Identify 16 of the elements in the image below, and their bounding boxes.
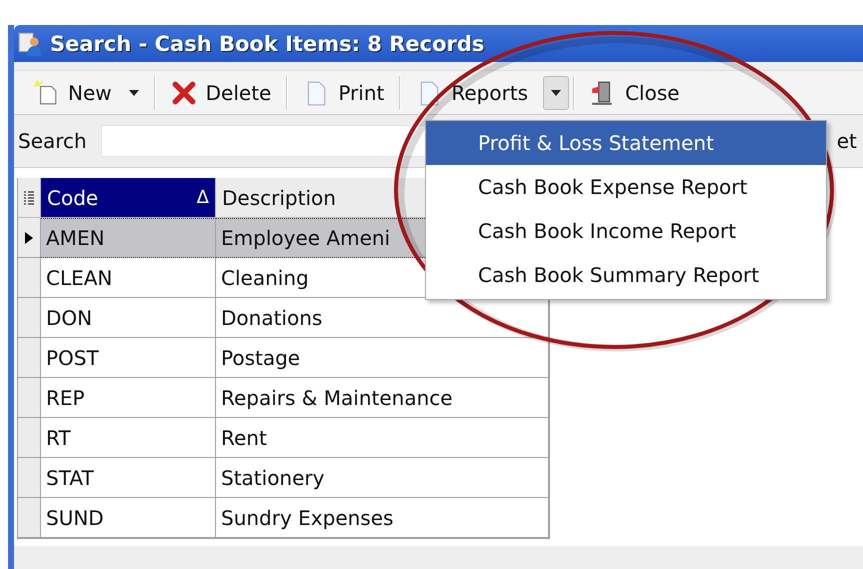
table-cell: REP [41, 378, 216, 418]
table-cell: AMEN [41, 218, 216, 258]
table-cell: Repairs & Maintenance [216, 378, 549, 418]
table-cell: POST [41, 338, 216, 378]
table-cell: Sundry Expenses [216, 498, 549, 538]
table-cell: STAT [41, 458, 216, 498]
field-label: et [836, 129, 857, 153]
window-title: Search - Cash Book Items: 8 Records [50, 32, 484, 56]
table-cell: Postage [216, 338, 549, 378]
table-cell: DON [41, 298, 216, 338]
table-cell: Stationery [216, 458, 549, 498]
table-cell: SUND [41, 498, 216, 538]
table-cell: Rent [216, 418, 549, 458]
table-cell: CLEAN [41, 258, 216, 298]
table-cell: RT [41, 418, 216, 458]
search-label: Search [18, 129, 87, 153]
